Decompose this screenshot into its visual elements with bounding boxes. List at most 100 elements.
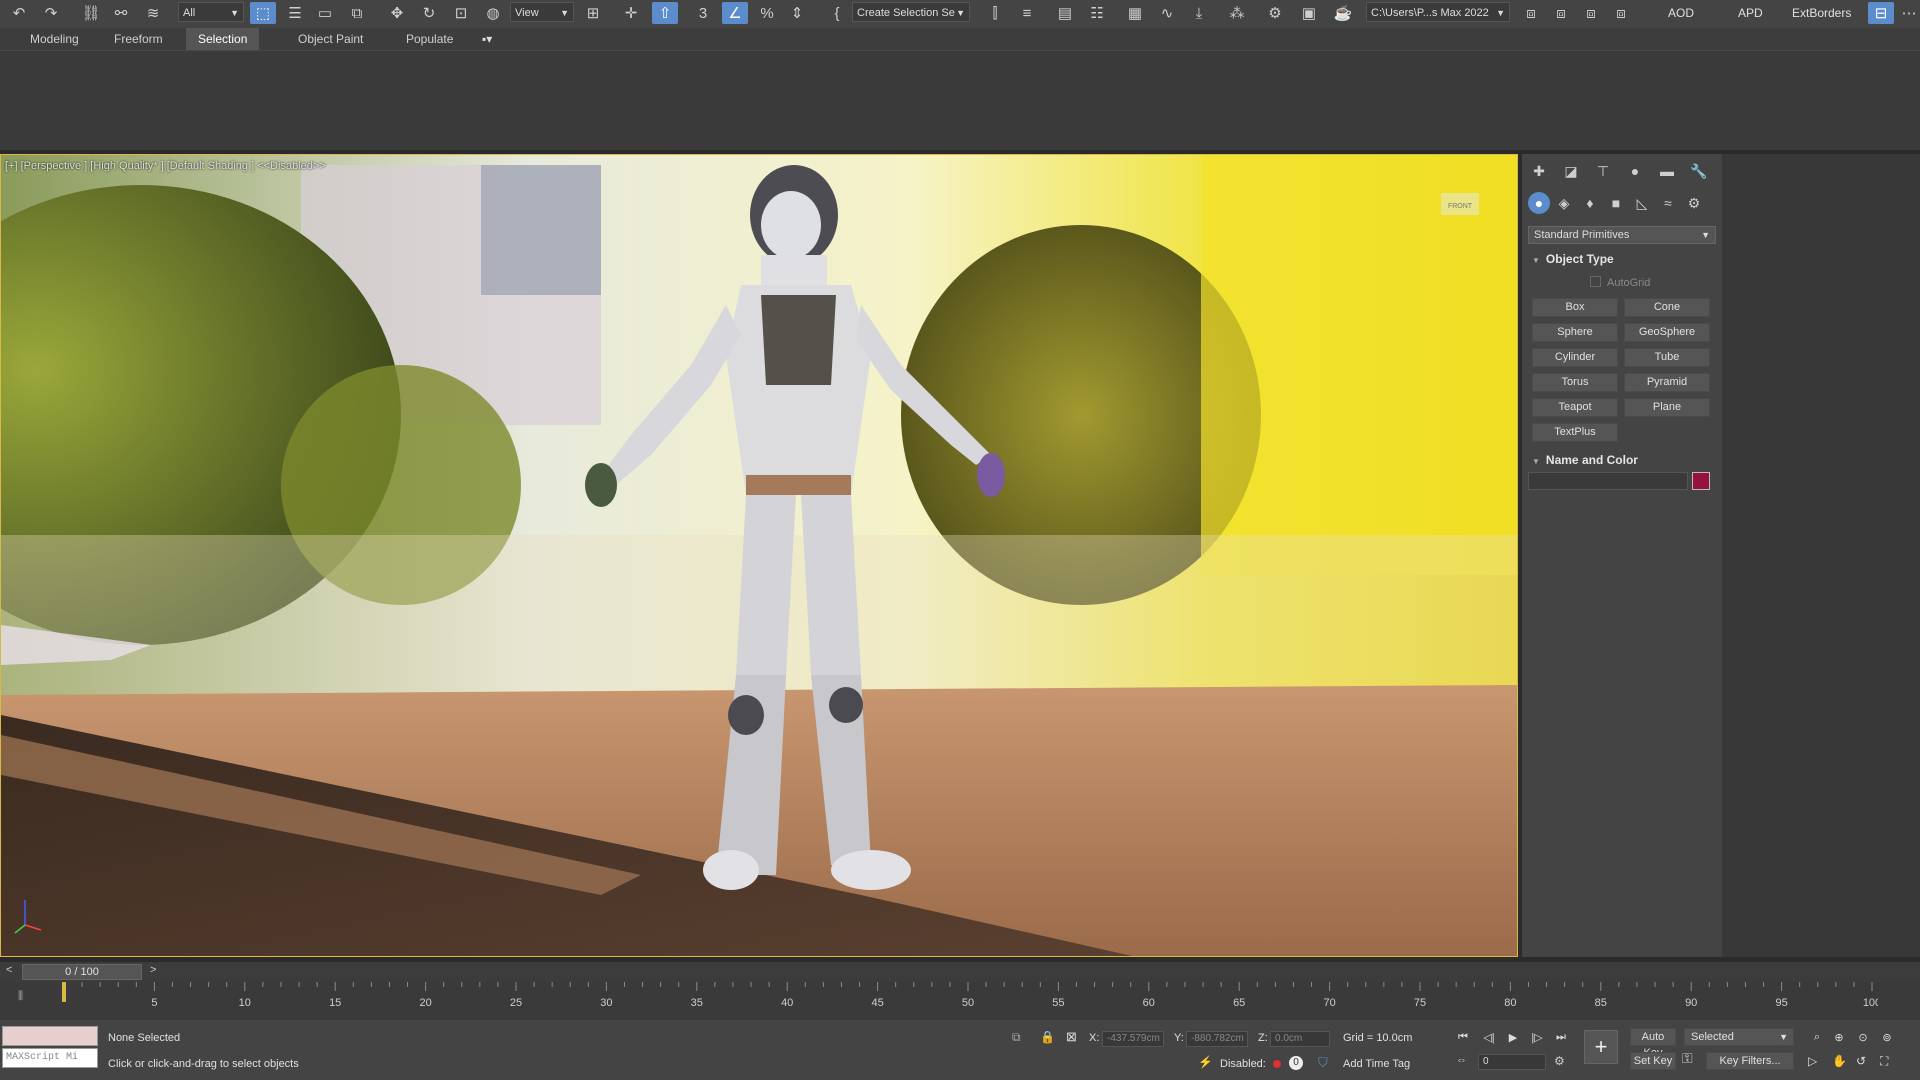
select-object-icon[interactable]: ⬚: [250, 2, 276, 24]
lock-selection-icon[interactable]: 🔒: [1040, 1030, 1055, 1044]
tab-freeform[interactable]: Freeform: [102, 28, 175, 50]
time-slider-thumb[interactable]: 0 / 100: [22, 964, 142, 980]
modify-icon[interactable]: ◪: [1560, 160, 1582, 182]
geosphere-button[interactable]: GeoSphere: [1624, 323, 1710, 342]
key-set-dropdown[interactable]: Selected ▼: [1684, 1028, 1794, 1046]
snap-3d-icon[interactable]: 3: [690, 2, 716, 24]
percent-snap-icon[interactable]: %: [754, 2, 780, 24]
primitive-type-dropdown[interactable]: Standard Primitives ▼: [1528, 226, 1716, 244]
zoom-extents-all-icon[interactable]: ⊚: [1878, 1028, 1896, 1046]
tab-populate[interactable]: Populate: [394, 28, 465, 50]
tab-modeling[interactable]: Modeling: [18, 28, 91, 50]
x-coordinate-field[interactable]: -437.579cm: [1102, 1031, 1164, 1047]
use-pivot-icon[interactable]: ⊞: [580, 2, 606, 24]
hierarchy-icon[interactable]: ⊤: [1592, 160, 1614, 182]
systems-icon[interactable]: ⚙: [1683, 192, 1705, 214]
zoom-extents-icon[interactable]: ⊙: [1854, 1028, 1872, 1046]
previous-frame-icon[interactable]: ◁|: [1480, 1028, 1498, 1046]
spacewarps-icon[interactable]: ≈: [1657, 192, 1679, 214]
maximize-viewport-icon[interactable]: ⛶: [1880, 1054, 1888, 1069]
workspace-icon-2[interactable]: ⧈: [1548, 2, 1574, 24]
viewcube[interactable]: FRONT: [1441, 193, 1479, 215]
mirror-icon[interactable]: ⫿: [982, 2, 1008, 24]
time-config-icon[interactable]: ⚙: [1554, 1054, 1565, 1068]
lights-icon[interactable]: ♦: [1579, 192, 1601, 214]
teapot-button[interactable]: Teapot: [1532, 398, 1618, 417]
cameras-icon[interactable]: ■: [1605, 192, 1627, 214]
ribbon-toggle-icon[interactable]: ▦: [1122, 2, 1148, 24]
move-icon[interactable]: ✥: [384, 2, 410, 24]
auto-key-button[interactable]: Auto Key: [1630, 1028, 1676, 1059]
key-filter-icon[interactable]: ⚿: [1682, 1050, 1693, 1067]
zoom-all-icon[interactable]: ⊕: [1830, 1028, 1848, 1046]
track-bar-menu-icon[interactable]: ⫼: [18, 990, 23, 1003]
set-key-button[interactable]: Set Key: [1630, 1052, 1676, 1070]
object-type-rollout[interactable]: ▼ Object Type: [1528, 250, 1716, 268]
time-tag-icon[interactable]: ⛉: [1318, 1055, 1328, 1071]
autogrid-checkbox[interactable]: AutoGrid: [1590, 276, 1650, 289]
time-prev-button[interactable]: <: [6, 964, 12, 976]
window-crossing-icon[interactable]: ⧉: [344, 2, 370, 24]
set-keys-icon[interactable]: +: [1584, 1030, 1618, 1064]
reference-coord-dropdown[interactable]: View ▼: [510, 2, 574, 22]
aod-label[interactable]: AOD: [1668, 6, 1694, 20]
redo-icon[interactable]: ↷: [38, 2, 64, 24]
extra-toolbar-icon[interactable]: ⋯: [1896, 2, 1920, 24]
schematic-view-icon[interactable]: ⤓: [1186, 2, 1212, 24]
unlink-icon[interactable]: ⚯: [108, 2, 134, 24]
name-and-color-rollout[interactable]: ▼ Name and Color: [1528, 451, 1716, 469]
isolate-selection-icon[interactable]: ⧉: [1012, 1030, 1021, 1045]
zoom-icon[interactable]: ⌕: [1808, 1028, 1826, 1046]
cone-button[interactable]: Cone: [1624, 298, 1710, 317]
tab-selection[interactable]: Selection: [186, 28, 260, 50]
rendered-frame-icon[interactable]: ▣: [1296, 2, 1322, 24]
layer-explorer-icon[interactable]: ☷: [1084, 2, 1110, 24]
perspective-viewport[interactable]: FRONT [+] [Perspective ] [High Quality* …: [0, 154, 1518, 957]
render-icon[interactable]: ☕: [1330, 2, 1356, 24]
align-icon[interactable]: ≡: [1014, 2, 1040, 24]
extborders-label[interactable]: ExtBorders: [1792, 6, 1851, 20]
shapes-icon[interactable]: ◈: [1553, 192, 1575, 214]
add-time-tag[interactable]: Add Time Tag: [1343, 1058, 1410, 1070]
next-frame-icon[interactable]: |▷: [1528, 1028, 1546, 1046]
pyramid-button[interactable]: Pyramid: [1624, 373, 1710, 392]
named-selection-set-dropdown[interactable]: Create Selection Se ▼: [852, 2, 970, 22]
link-icon[interactable]: ⛓: [78, 2, 104, 24]
ribbon-options-icon[interactable]: ▪▾: [478, 28, 496, 50]
display-icon[interactable]: ▬: [1656, 160, 1678, 182]
bind-spacewarp-icon[interactable]: ≋: [140, 2, 166, 24]
plane-button[interactable]: Plane: [1624, 398, 1710, 417]
workspace-icon-4[interactable]: ⧈: [1608, 2, 1634, 24]
edit-named-set-icon[interactable]: {: [824, 2, 850, 24]
motion-icon[interactable]: ●: [1624, 160, 1646, 182]
workspace-icon-3[interactable]: ⧈: [1578, 2, 1604, 24]
adaptive-degradation-icon[interactable]: ⚡: [1198, 1055, 1213, 1069]
render-setup-icon[interactable]: ⚙: [1262, 2, 1288, 24]
orbit-icon[interactable]: ↺: [1856, 1054, 1866, 1068]
time-next-button[interactable]: >: [150, 964, 156, 976]
time-slider[interactable]: < 0 / 100 >: [0, 962, 1920, 982]
play-icon[interactable]: ▶: [1504, 1028, 1522, 1046]
sphere-button[interactable]: Sphere: [1532, 323, 1618, 342]
viewport-layout-icon[interactable]: ⊟: [1868, 2, 1894, 24]
key-filters-button[interactable]: Key Filters...: [1706, 1052, 1794, 1070]
y-coordinate-field[interactable]: -880.782cm: [1186, 1031, 1248, 1047]
scale-icon[interactable]: ⊡: [448, 2, 474, 24]
go-to-start-icon[interactable]: ⏮: [1454, 1028, 1472, 1046]
spinner-snap-icon[interactable]: ⇕: [784, 2, 810, 24]
scene-explorer-icon[interactable]: ▤: [1052, 2, 1078, 24]
keyboard-shortcut-icon[interactable]: ⇧: [652, 2, 678, 24]
project-path-dropdown[interactable]: C:\Users\P...s Max 2022 ▼: [1366, 2, 1510, 22]
utilities-icon[interactable]: 🔧: [1688, 160, 1710, 182]
helpers-icon[interactable]: ◺: [1631, 192, 1653, 214]
apd-label[interactable]: APD: [1738, 6, 1763, 20]
select-manipulate-icon[interactable]: ✛: [618, 2, 644, 24]
torus-button[interactable]: Torus: [1532, 373, 1618, 392]
textplus-button[interactable]: TextPlus: [1532, 423, 1618, 442]
track-bar[interactable]: ⫼ 5 10 15 20 25 30 35 40 45 50 55 60 65 70 75 80 85 90 95 1…: [0, 982, 1920, 1020]
object-color-swatch[interactable]: [1692, 472, 1710, 490]
tube-button[interactable]: Tube: [1624, 348, 1710, 367]
workspace-icon-1[interactable]: ⧈: [1518, 2, 1544, 24]
rotate-icon[interactable]: ↻: [416, 2, 442, 24]
field-of-view-icon[interactable]: ▷: [1808, 1054, 1817, 1068]
